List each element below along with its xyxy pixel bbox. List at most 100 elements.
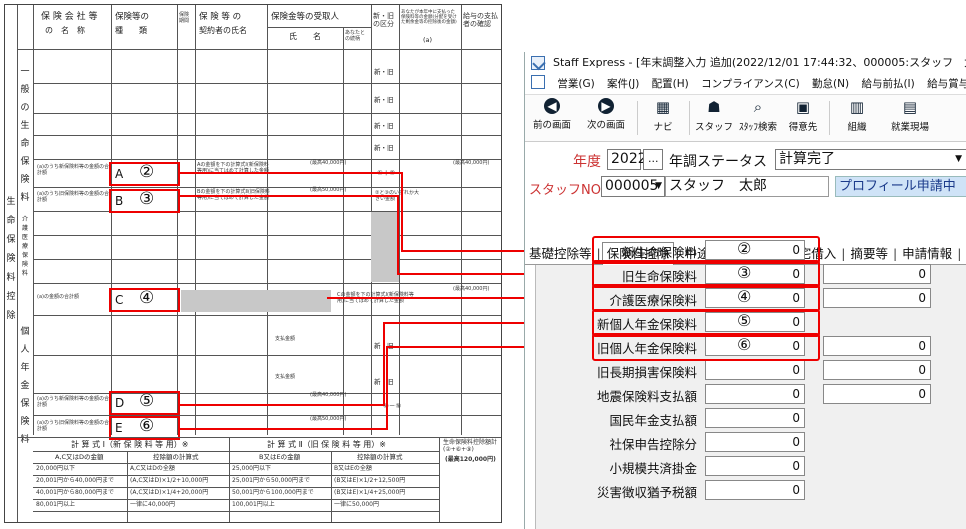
col-recipient-header: 保険金等の受取人	[271, 12, 340, 22]
field-second-value-input[interactable]: 0	[823, 384, 931, 404]
col-payer-header: 給与の支払者の確認	[463, 12, 498, 28]
field-value-input[interactable]: 0	[705, 360, 805, 380]
section-pension-label: 個人年金保険料	[20, 327, 30, 445]
mark-2: ②	[139, 162, 155, 182]
formula1-calc: A,C又はDの全額	[130, 465, 175, 472]
year-label: 年度	[573, 154, 601, 170]
highlight-field-old-pension	[592, 333, 820, 361]
menu-attendance[interactable]: 勤怠(N)	[812, 78, 849, 90]
insurance-deduction-form: 生命保険料控除 保 険 会 社 等 の 名 称 保険等の 種 類 保険期間 保 …	[4, 4, 502, 523]
menu-payroll[interactable]: 給与賞与年調(	[927, 78, 966, 90]
field-label: 社保申告控除分	[609, 437, 697, 452]
row-a-label: (a)のうち新保険料等の金額の合計額	[37, 164, 109, 176]
section-care-label: 介護医療保険料	[21, 216, 28, 277]
field-second-value-input[interactable]: 0	[823, 360, 931, 380]
status-select[interactable]: 計算完了 ▼	[775, 149, 966, 170]
window-title: Staff Express - [年末調整入力 追加(2022/12/01 17…	[553, 56, 966, 69]
formula1-range: 20,001円から40,000円まで	[36, 477, 114, 484]
menu-cases[interactable]: 案件(J)	[607, 78, 639, 90]
next-screen-button[interactable]: ▶ 次の画面	[581, 98, 631, 131]
profile-status-badge[interactable]: プロフィール申請中	[835, 176, 966, 197]
field-label: 小規模共済掛金	[609, 461, 697, 476]
col-company-header: 保 険 会 社 等	[41, 12, 98, 22]
formula2-range: 25,001円から50,000円まで	[232, 477, 310, 484]
arrow-right-icon: ▶	[598, 98, 614, 114]
formula1-calc: (A,C又はD)×1/4+20,000円	[130, 489, 209, 496]
mark-4: ④	[139, 288, 155, 308]
col-holder-header: 保 険 等 の	[199, 12, 242, 22]
client-icon: ▣	[795, 98, 811, 116]
field-second-value-input[interactable]: 0	[823, 288, 931, 308]
field-second-value-input[interactable]: 0	[823, 336, 931, 356]
section-life-deduction-label: 生命保険料控除	[6, 197, 16, 321]
status-label: 年調ステータス	[669, 154, 767, 170]
mark-5: ⑤	[139, 391, 155, 411]
field-label: 旧長期損害保険料	[596, 365, 697, 380]
year-field[interactable]: 2022	[607, 149, 647, 170]
menu-app-icon	[531, 75, 545, 89]
row-c-label: (a)の金額の合計額	[37, 294, 79, 300]
org-button[interactable]: ▥ 組織	[837, 98, 877, 133]
formula2-calc: (B又はE)×1/4+25,000円	[334, 489, 406, 496]
field-label: 地震保険料支払額	[596, 389, 697, 404]
tab-application-info[interactable]: 申請情報	[898, 243, 956, 265]
menu-assignment[interactable]: 配置(H)	[652, 78, 689, 90]
formula2-calc: B又はEの全額	[334, 465, 372, 472]
col-amount-header: あなたが本年中に支払った保険料等の金額(分配を受けた剰余金等の控除後の金額)	[401, 10, 457, 25]
formula1-calc: (A,C又はD)×1/2+10,000円	[130, 477, 209, 484]
formula1-range: 80,001円以上	[36, 501, 75, 508]
menu-compliance[interactable]: コンプライアンス(C)	[701, 78, 800, 90]
staff-name-field: スタッフ 太郎	[665, 176, 829, 197]
col-type-header: 保険等の	[115, 12, 150, 22]
staff-no-select[interactable]: 000005 ▼	[601, 176, 665, 197]
formula2-calc: (B又はE)×1/2+12,500円	[334, 477, 406, 484]
mark-3: ③	[139, 189, 155, 209]
menu-advance-pay[interactable]: 給与前払(I)	[861, 78, 914, 90]
workplace-icon: ▤	[902, 98, 918, 116]
formula2-calc: 一律に50,000円	[334, 501, 379, 508]
arrow-left-icon: ◀	[544, 98, 560, 114]
toolbar: ◀ 前の画面 ▶ 次の画面 ▦ ナビ ☗ スタッフ ⌕ ｽﾀｯﾌ検索 ▣ 得意先…	[525, 95, 966, 142]
row-b-label: (a)のうち旧保険料等の金額の合計額	[37, 191, 109, 203]
client-button[interactable]: ▣ 得意先	[783, 98, 823, 133]
prev-screen-button[interactable]: ◀ 前の画面	[527, 98, 577, 131]
menu-bar: 営業(G) 案件(J) 配置(H) コンプライアンス(C) 勤怠(N) 給与前払…	[525, 74, 966, 95]
formula-total: 生命保険料控除額計(②+⑥+⑨)	[443, 439, 498, 453]
field-value-input[interactable]: 0	[705, 408, 805, 428]
tab-remarks[interactable]: 摘要等	[846, 243, 892, 265]
field-value-input[interactable]: 0	[705, 384, 805, 404]
formula1-range: 20,000円以下	[36, 465, 75, 472]
year-picker-button[interactable]: ...	[643, 149, 663, 170]
staff-no-label: スタッフNO	[529, 183, 601, 198]
field-second-value-input[interactable]: 0	[823, 264, 931, 284]
field-label: 国民年金支払額	[609, 413, 697, 428]
field-value-input[interactable]: 0	[705, 456, 805, 476]
row-e-label: (a)のうち旧保険料等の金額の合計額	[37, 420, 109, 432]
row-d-label: (a)のうち新保険料等の金額の合計額	[37, 396, 109, 408]
org-icon: ▥	[849, 98, 865, 116]
section-general-life-label: 一般の生命保険料	[20, 67, 30, 203]
mark-6: ⑥	[139, 416, 155, 436]
staff-search-button[interactable]: ⌕ ｽﾀｯﾌ検索	[735, 98, 781, 133]
workplace-button[interactable]: ▤ 就業現場	[885, 98, 935, 133]
chevron-down-icon: ▼	[655, 181, 662, 191]
field-value-input[interactable]: 0	[705, 480, 805, 500]
formula2-range: 100,001円以上	[232, 501, 275, 508]
navi-button[interactable]: ▦ ナビ	[643, 98, 683, 133]
col-kubun-header: 新・旧の区分	[373, 12, 394, 28]
formula1-title: 計 算 式 Ⅰ（新 保 険 料 等 用）※	[71, 440, 189, 449]
chevron-down-icon: ▼	[955, 154, 962, 164]
formula1-calc: 一律に40,000円	[130, 501, 175, 508]
staff-icon: ☗	[707, 98, 721, 116]
field-value-input[interactable]: 0	[705, 432, 805, 452]
formula1-range: 40,001円から80,000円まで	[36, 489, 114, 496]
formula2-range: 25,000円以下	[232, 465, 271, 472]
formula2-title: 計 算 式 Ⅱ（旧 保 険 料 等 用）※	[267, 440, 386, 449]
menu-sales[interactable]: 営業(G)	[557, 78, 594, 90]
highlight-field-care	[592, 284, 820, 312]
field-label: 災害徴収猶予税額	[596, 485, 697, 500]
navi-icon: ▦	[655, 98, 671, 116]
staff-button[interactable]: ☗ スタッフ	[693, 98, 735, 133]
col-period-header: 保険期間	[179, 12, 190, 24]
staff-search-icon: ⌕	[753, 98, 763, 116]
